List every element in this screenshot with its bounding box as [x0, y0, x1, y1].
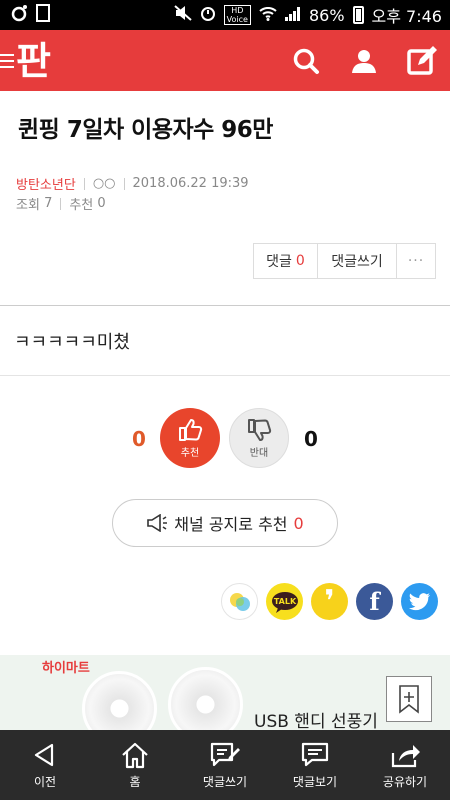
views-count: 7: [44, 196, 53, 211]
camera-icon: [10, 4, 28, 26]
upvote-count: 0: [132, 427, 146, 451]
facebook-icon: f: [369, 587, 380, 616]
content-divider: [0, 305, 450, 306]
post-stats: 조회 7 추천 0: [16, 194, 106, 213]
battery-icon: [352, 6, 364, 24]
post-meta: 방탄소년단 ○○ 2018.06.22 19:39: [16, 174, 249, 193]
write-icon: [407, 45, 437, 75]
ad-text: USB 핸디 선풍기: [254, 712, 378, 730]
megaphone-icon: [147, 514, 168, 532]
nav-comment-view-label: 댓글보기: [292, 774, 338, 789]
hd-label: HD: [231, 6, 244, 15]
post-body: ㅋㅋㅋㅋㅋ미쳤: [14, 332, 130, 353]
nav-back-label: 이전: [33, 774, 57, 789]
home-icon: [122, 742, 148, 768]
voice-label: Voice: [226, 15, 248, 24]
bookmark-button[interactable]: [386, 676, 432, 722]
brand: 판: [0, 42, 51, 80]
author-badge: ○○: [92, 176, 116, 191]
content-divider: [0, 375, 450, 376]
user-icon: [352, 49, 376, 73]
kakaotalk-label: TALK: [273, 597, 296, 606]
write-button[interactable]: [406, 45, 438, 77]
nav-comment-view[interactable]: 댓글보기: [270, 730, 360, 800]
nav-comment-write-label: 댓글쓰기: [202, 774, 248, 789]
clock: 오후 7:46: [371, 7, 442, 26]
kakaostory-share-button[interactable]: ❜: [311, 583, 348, 620]
line-share-button[interactable]: [221, 583, 258, 620]
twitter-icon: [408, 592, 430, 610]
comment-write-icon: [210, 742, 240, 766]
recommend-label: 추천: [69, 198, 94, 213]
nav-home[interactable]: 홈: [90, 730, 180, 800]
upvote-button[interactable]: 추천: [160, 408, 220, 468]
views-label: 조회: [16, 198, 40, 213]
share-icon: [391, 744, 420, 767]
status-left: [10, 4, 50, 26]
fan-image: [82, 671, 157, 730]
logo[interactable]: 판: [16, 42, 51, 80]
bookmark-add-icon: [399, 685, 419, 714]
search-button[interactable]: [290, 45, 322, 77]
alarm-icon: [200, 5, 216, 25]
comments-button[interactable]: 댓글 0: [254, 244, 318, 278]
user-button[interactable]: [348, 45, 380, 77]
app-screen: HD Voice 86% 오후 7:46 판 퀸핑 7일차 이용자수 96만 방…: [0, 0, 450, 800]
nav-share-label: 공유하기: [382, 774, 428, 789]
kakaotalk-icon: TALK: [271, 591, 298, 613]
comment-bar: 댓글 0 댓글쓰기 ···: [253, 243, 436, 279]
status-right: HD Voice 86% 오후 7:46: [174, 3, 442, 27]
fan-image: [168, 667, 243, 730]
write-comment-button[interactable]: 댓글쓰기: [318, 244, 397, 278]
header-actions: [290, 45, 438, 77]
downvote-button[interactable]: 반대: [229, 408, 289, 468]
share-row: TALK ❜ f: [221, 583, 438, 620]
colorful-share-icon: [229, 592, 250, 611]
more-button[interactable]: ···: [397, 244, 435, 278]
comments-label: 댓글: [266, 254, 292, 270]
ad-banner[interactable]: 하이마트 USB 핸디 선풍기: [0, 655, 450, 730]
kakaotalk-share-button[interactable]: TALK: [266, 583, 303, 620]
battery-percent: 86%: [308, 5, 345, 25]
divider: [123, 177, 125, 190]
downvote-label: 반대: [249, 447, 269, 459]
nav-back[interactable]: 이전: [0, 730, 90, 800]
nav-home-label: 홈: [129, 774, 141, 789]
channel-count: 0: [293, 513, 304, 533]
wifi-icon: [259, 6, 277, 25]
signal-icon: [284, 6, 301, 25]
author-name[interactable]: 방탄소년단: [16, 174, 76, 193]
thumbs-down-icon: [248, 418, 272, 441]
facebook-share-button[interactable]: f: [356, 583, 393, 620]
app-header: 판: [0, 30, 450, 91]
channel-label: 채널 공지로 추천: [174, 515, 288, 534]
vote-section: 0 추천 반대 0: [0, 405, 450, 475]
menu-icon[interactable]: [0, 53, 14, 68]
downvote-count: 0: [304, 427, 318, 451]
comment-view-icon: [301, 742, 329, 766]
hd-voice-badge: HD Voice: [223, 5, 251, 25]
recommend-count: 0: [97, 196, 106, 211]
post-title: 퀸핑 7일차 이용자수 96만: [18, 117, 273, 143]
ad-brand: 하이마트: [42, 661, 90, 676]
kakaostory-icon: ❜: [324, 584, 335, 619]
divider: [60, 197, 62, 210]
bottom-nav: 이전 홈 댓글쓰기 댓글보기 공유하기: [0, 730, 450, 800]
channel-notice-button[interactable]: 채널 공지로 추천 0: [112, 499, 338, 547]
nav-comment-write[interactable]: 댓글쓰기: [180, 730, 270, 800]
search-icon: [293, 48, 319, 74]
status-bar: HD Voice 86% 오후 7:46: [0, 0, 450, 30]
post-date: 2018.06.22 19:39: [132, 176, 249, 191]
divider: [83, 177, 85, 190]
twitter-share-button[interactable]: [401, 583, 438, 620]
nav-share[interactable]: 공유하기: [360, 730, 450, 800]
back-icon: [34, 743, 54, 766]
thumbs-up-icon: [179, 418, 203, 441]
clipboard-icon: [36, 4, 50, 26]
mute-icon: [174, 5, 192, 25]
upvote-label: 추천: [180, 447, 200, 459]
comments-count: 0: [295, 253, 305, 269]
